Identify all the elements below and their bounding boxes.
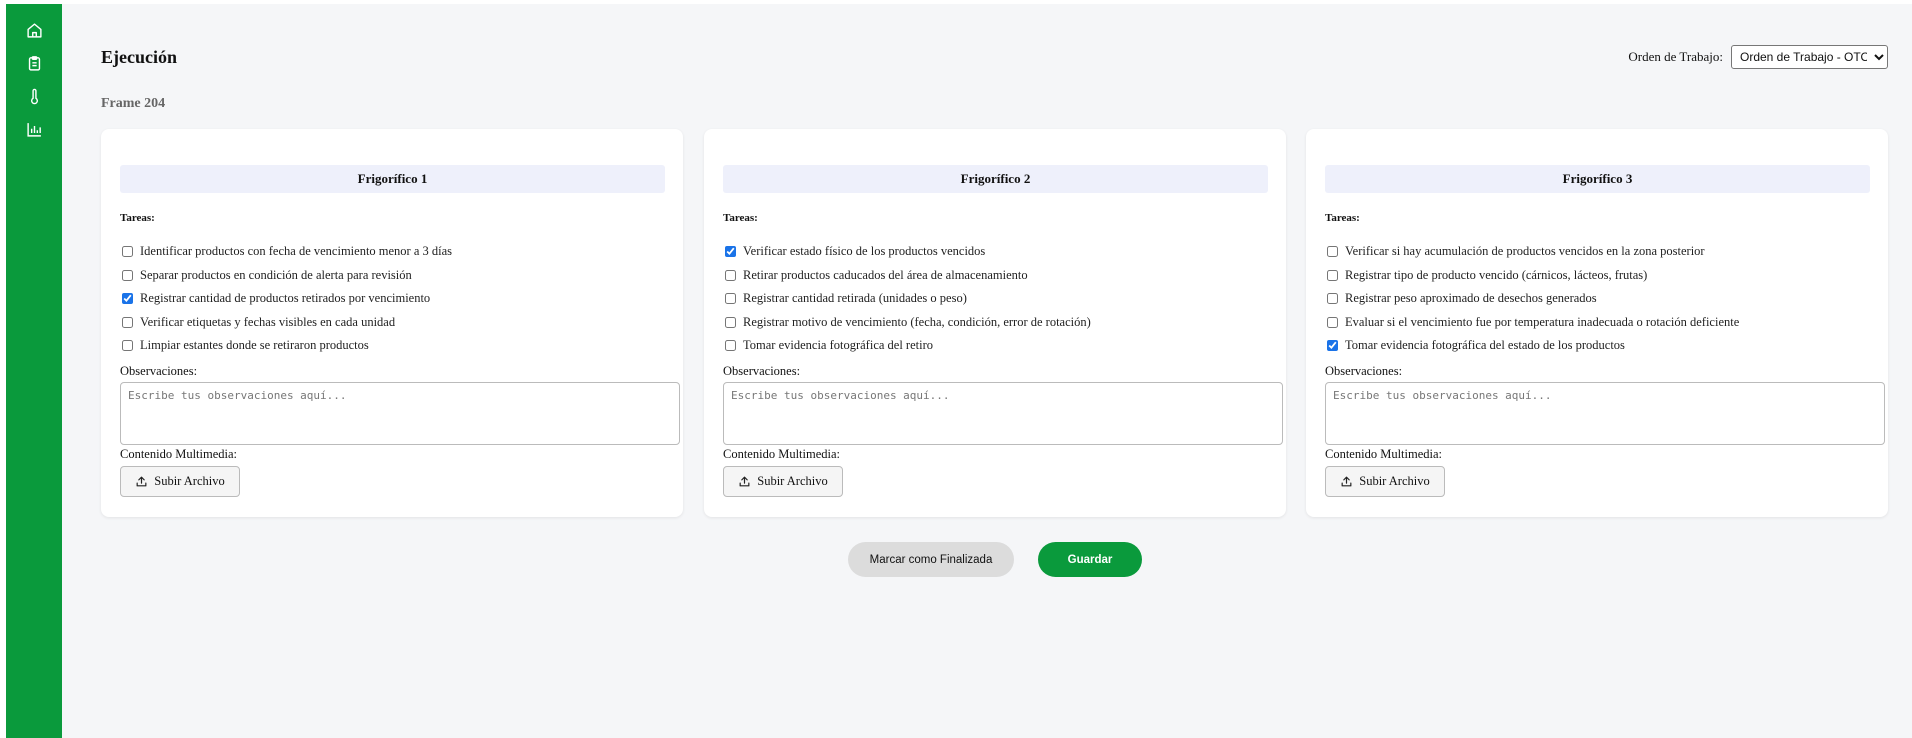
- bar-chart-icon: [26, 122, 41, 137]
- task-list: Verificar si hay acumulación de producto…: [1325, 240, 1739, 358]
- fridge-card-title: Frigorífico 1: [120, 165, 665, 193]
- task-item: Registrar motivo de vencimiento (fecha, …: [723, 311, 1091, 335]
- task-checkbox[interactable]: [1327, 316, 1338, 328]
- task-item: Tomar evidencia fotográfica del retiro: [723, 334, 1091, 358]
- fridge-card-1: Frigorífico 1 Tareas: Identificar produc…: [101, 129, 683, 517]
- upload-file-button[interactable]: Subir Archivo: [723, 466, 843, 497]
- fridge-card-title: Frigorífico 3: [1325, 165, 1870, 193]
- task-checkbox[interactable]: [1327, 246, 1338, 258]
- upload-icon: [136, 476, 147, 487]
- task-item: Verificar estado físico de los productos…: [723, 240, 1091, 264]
- upload-file-button[interactable]: Subir Archivo: [120, 466, 240, 497]
- task-list: Identificar productos con fecha de venci…: [120, 240, 452, 358]
- observations-textarea[interactable]: [1325, 382, 1885, 445]
- task-label: Registrar cantidad retirada (unidades o …: [743, 291, 967, 306]
- task-item: Verificar etiquetas y fechas visibles en…: [120, 311, 452, 335]
- nav-home[interactable]: [6, 17, 62, 43]
- task-label: Limpiar estantes donde se retiraron prod…: [140, 338, 369, 353]
- task-checkbox[interactable]: [725, 316, 736, 328]
- multimedia-label: Contenido Multimedia:: [723, 447, 841, 461]
- tasks-label: Tareas:: [120, 212, 155, 224]
- save-button[interactable]: Guardar: [1038, 542, 1142, 577]
- upload-file-label: Subir Archivo: [757, 474, 828, 488]
- task-item: Registrar cantidad retirada (unidades o …: [723, 287, 1091, 311]
- page-title: Ejecución: [101, 47, 177, 67]
- mark-finished-button[interactable]: Marcar como Finalizada: [848, 542, 1014, 577]
- upload-icon: [1341, 476, 1352, 487]
- nav-tasks[interactable]: [6, 50, 62, 76]
- work-order-selector: Orden de Trabajo: Orden de Trabajo - OTO…: [1628, 45, 1888, 69]
- task-list: Verificar estado físico de los productos…: [723, 240, 1091, 358]
- task-item: Identificar productos con fecha de venci…: [120, 240, 452, 264]
- task-checkbox[interactable]: [725, 269, 736, 281]
- tasks-label: Tareas:: [1325, 212, 1360, 224]
- task-item: Registrar tipo de producto vencido (cárn…: [1325, 264, 1739, 288]
- fridge-card-2: Frigorífico 2 Tareas: Verificar estado f…: [704, 129, 1286, 517]
- task-label: Verificar estado físico de los productos…: [743, 244, 986, 259]
- task-label: Verificar si hay acumulación de producto…: [1345, 244, 1705, 259]
- thermometer-icon: [30, 88, 38, 104]
- task-checkbox[interactable]: [122, 246, 133, 258]
- upload-file-label: Subir Archivo: [1359, 474, 1430, 488]
- task-label: Registrar tipo de producto vencido (cárn…: [1345, 267, 1648, 282]
- work-order-select[interactable]: Orden de Trabajo - OTO1: [1731, 45, 1888, 69]
- task-label: Verificar etiquetas y fechas visibles en…: [140, 314, 396, 329]
- observations-label: Observaciones:: [723, 364, 801, 378]
- task-item: Limpiar estantes donde se retiraron prod…: [120, 334, 452, 358]
- multimedia-label: Contenido Multimedia:: [1325, 447, 1443, 461]
- task-item: Verificar si hay acumulación de producto…: [1325, 240, 1739, 264]
- fridge-card-title: Frigorífico 2: [723, 165, 1268, 193]
- task-label: Registrar peso aproximado de desechos ge…: [1345, 291, 1597, 306]
- task-checkbox[interactable]: [122, 316, 133, 328]
- multimedia-label: Contenido Multimedia:: [120, 447, 238, 461]
- task-checkbox[interactable]: [122, 340, 133, 352]
- work-order-label: Orden de Trabajo:: [1628, 49, 1723, 64]
- task-label: Retirar productos caducados del área de …: [743, 267, 1028, 282]
- clipboard-icon: [28, 55, 40, 71]
- task-checkbox[interactable]: [1327, 269, 1338, 281]
- task-label: Registrar cantidad de productos retirado…: [140, 291, 431, 306]
- observations-textarea[interactable]: [120, 382, 680, 445]
- observations-label: Observaciones:: [120, 364, 198, 378]
- observations-label: Observaciones:: [1325, 364, 1403, 378]
- main-content: Ejecución Frame 204 Orden de Trabajo: Or…: [62, 4, 1912, 738]
- task-checkbox[interactable]: [725, 340, 736, 352]
- home-icon: [26, 22, 42, 38]
- upload-file-label: Subir Archivo: [154, 474, 225, 488]
- task-label: Tomar evidencia fotográfica del estado d…: [1345, 338, 1625, 353]
- task-checkbox[interactable]: [122, 293, 133, 305]
- task-item: Tomar evidencia fotográfica del estado d…: [1325, 334, 1739, 358]
- task-label: Tomar evidencia fotográfica del retiro: [743, 338, 934, 353]
- fridge-card-3: Frigorífico 3 Tareas: Verificar si hay a…: [1306, 129, 1888, 517]
- task-label: Separar productos en condición de alerta…: [140, 267, 412, 282]
- nav-reports[interactable]: [6, 116, 62, 142]
- task-label: Registrar motivo de vencimiento (fecha, …: [743, 314, 1091, 329]
- task-item: Evaluar si el vencimiento fue por temper…: [1325, 311, 1739, 335]
- frame-label: Frame 204: [101, 96, 166, 111]
- task-checkbox[interactable]: [725, 293, 736, 305]
- upload-icon: [739, 476, 750, 487]
- tasks-label: Tareas:: [723, 212, 758, 224]
- task-label: Identificar productos con fecha de venci…: [140, 244, 453, 259]
- sidebar: [6, 4, 62, 738]
- task-checkbox[interactable]: [725, 246, 736, 258]
- observations-textarea[interactable]: [723, 382, 1283, 445]
- task-checkbox[interactable]: [1327, 340, 1338, 352]
- task-label: Evaluar si el vencimiento fue por temper…: [1345, 314, 1740, 329]
- upload-file-button[interactable]: Subir Archivo: [1325, 466, 1445, 497]
- task-checkbox[interactable]: [122, 269, 133, 281]
- task-item: Retirar productos caducados del área de …: [723, 264, 1091, 288]
- task-checkbox[interactable]: [1327, 293, 1338, 305]
- task-item: Registrar cantidad de productos retirado…: [120, 287, 452, 311]
- nav-temperature[interactable]: [6, 83, 62, 109]
- task-item: Registrar peso aproximado de desechos ge…: [1325, 287, 1739, 311]
- task-item: Separar productos en condición de alerta…: [120, 264, 452, 288]
